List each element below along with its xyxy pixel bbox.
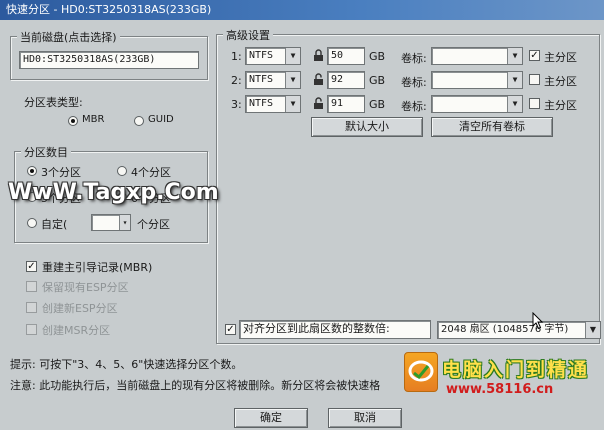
partition-count-custom-label: 自定(	[41, 218, 68, 231]
partition-row-3-unit: GB	[369, 98, 386, 111]
chevron-down-icon[interactable]: ▼	[507, 72, 522, 88]
keep-esp-label: 保留现有ESP分区	[42, 281, 129, 294]
create-msr-checkbox[interactable]	[26, 324, 37, 335]
partition-row-3-volume-label-combo[interactable]: ▼	[431, 95, 523, 113]
advanced-settings-group: 高级设置 1: NTFS ▼ 50 GB 卷标: ▼ ✓ 主分区 2: NTFS…	[216, 27, 601, 344]
partition-row-2-volume-label-combo[interactable]: ▼	[431, 71, 523, 89]
partition-count-custom-radio[interactable]	[27, 218, 37, 228]
chevron-down-icon[interactable]: ▼	[507, 96, 522, 112]
spin-arrow-icon[interactable]: ▾	[119, 215, 130, 230]
current-disk-selector[interactable]: HD0:ST3250318AS(233GB)	[19, 51, 199, 69]
brand-logo	[404, 352, 438, 392]
partition-row-2-unit: GB	[369, 74, 386, 87]
align-partitions-label: 对齐分区到此扇区数的整数倍:	[243, 322, 390, 335]
lock-icon[interactable]	[313, 49, 324, 65]
partition-row-3-primary-checkbox[interactable]	[529, 98, 540, 109]
align-partitions-checkbox[interactable]: ✓	[225, 324, 236, 335]
clear-all-labels-button[interactable]: 清空所有卷标	[431, 117, 553, 137]
partition-row-2-primary-label: 主分区	[544, 75, 577, 88]
align-sector-value: 2048 扇区 (1048576 字节)	[441, 324, 569, 335]
brand-url: www.58116.cn	[446, 382, 554, 397]
chevron-down-icon[interactable]: ▼	[507, 48, 522, 64]
computer-logo-icon	[408, 360, 434, 382]
guid-radio[interactable]	[134, 116, 144, 126]
partition-count-4-radio[interactable]	[117, 166, 127, 176]
brand-name: 电脑入门到精通	[442, 359, 590, 381]
partition-row-3-fs-value: NTFS	[249, 98, 274, 109]
partition-row-1-unit: GB	[369, 50, 386, 63]
partition-count-3-label: 3个分区	[41, 166, 81, 179]
advanced-settings-title: 高级设置	[223, 27, 273, 43]
partition-row-1-index: 1:	[231, 50, 242, 63]
window-title-bar: 快速分区 - HD0:ST3250318AS(233GB)	[0, 0, 604, 20]
current-disk-group: 当前磁盘(点击选择) HD0:ST3250318AS(233GB)	[10, 29, 208, 80]
partition-row-2-fs-value: NTFS	[249, 74, 274, 85]
mbr-radio[interactable]	[68, 116, 78, 126]
mbr-label: MBR	[82, 114, 105, 125]
partition-row-2-primary-checkbox[interactable]	[529, 74, 540, 85]
keep-esp-checkbox[interactable]	[26, 281, 37, 292]
partition-row-1-size-value: 50	[331, 50, 344, 61]
create-msr-label: 创建MSR分区	[42, 324, 111, 337]
partition-row-1-volume-label-combo[interactable]: ▼	[431, 47, 523, 65]
partition-row-2-index: 2:	[231, 74, 242, 87]
hint-tip: 提示: 可按下"3、4、5、6"快速选择分区个数。	[10, 358, 243, 371]
rebuild-mbr-checkbox[interactable]: ✓	[26, 261, 37, 272]
partition-row-1-primary-label: 主分区	[544, 51, 577, 64]
partition-row-3-size-input[interactable]: 91	[327, 95, 365, 113]
partition-row-2-size-value: 92	[331, 74, 344, 85]
partition-row-1-fs-select[interactable]: NTFS ▼	[245, 47, 301, 65]
partition-row-3-label-caption: 卷标:	[401, 100, 427, 113]
site-watermark: WwW.Tagxp.Com	[8, 180, 219, 205]
rebuild-mbr-label: 重建主引导记录(MBR)	[42, 261, 153, 274]
partition-row-2-size-input[interactable]: 92	[327, 71, 365, 89]
partition-row-3-primary-label: 主分区	[544, 99, 577, 112]
partition-row-2-fs-select[interactable]: NTFS ▼	[245, 71, 301, 89]
default-size-button[interactable]: 默认大小	[311, 117, 423, 137]
chevron-down-icon[interactable]: ▼	[285, 48, 300, 64]
partition-row-1-fs-value: NTFS	[249, 50, 274, 61]
partition-count-3-radio[interactable]	[27, 166, 37, 176]
window-title: 快速分区 - HD0:ST3250318AS(233GB)	[6, 3, 212, 16]
chevron-down-icon[interactable]: ▼	[285, 72, 300, 88]
partition-row-3-fs-select[interactable]: NTFS ▼	[245, 95, 301, 113]
chevron-down-icon[interactable]: ▼	[285, 96, 300, 112]
align-partitions-label-box: 对齐分区到此扇区数的整数倍:	[239, 320, 431, 339]
partition-row-1-size-input[interactable]: 50	[327, 47, 365, 65]
cancel-button[interactable]: 取消	[328, 408, 402, 428]
create-esp-checkbox[interactable]	[26, 302, 37, 313]
hint-note: 注意: 此功能执行后，当前磁盘上的现有分区将被删除。新分区将会被快速格	[10, 379, 381, 392]
unlock-icon[interactable]	[313, 73, 324, 89]
guid-label: GUID	[148, 114, 174, 125]
partition-count-custom-input[interactable]: ▾	[91, 214, 131, 231]
chevron-down-icon[interactable]: ▼	[585, 322, 600, 338]
create-esp-label: 创建新ESP分区	[42, 302, 118, 315]
align-sector-select[interactable]: 2048 扇区 (1048576 字节) ▼	[437, 321, 601, 339]
partition-row-2-label-caption: 卷标:	[401, 76, 427, 89]
partition-row-3-size-value: 91	[331, 98, 344, 109]
partition-row-1-label-caption: 卷标:	[401, 52, 427, 65]
mouse-cursor-icon	[532, 312, 544, 330]
current-disk-group-title: 当前磁盘(点击选择)	[17, 29, 120, 45]
unlock-icon[interactable]	[313, 97, 324, 113]
current-disk-value: HD0:ST3250318AS(233GB)	[23, 54, 156, 65]
ok-button[interactable]: 确定	[234, 408, 308, 428]
partition-table-title: 分区表类型:	[24, 96, 83, 109]
partition-count-custom-suffix: 个分区	[137, 218, 170, 231]
partition-row-1-primary-checkbox[interactable]: ✓	[529, 50, 540, 61]
partition-count-4-label: 4个分区	[131, 166, 171, 179]
partition-row-3-index: 3:	[231, 98, 242, 111]
partition-count-group-title: 分区数目	[21, 144, 71, 160]
